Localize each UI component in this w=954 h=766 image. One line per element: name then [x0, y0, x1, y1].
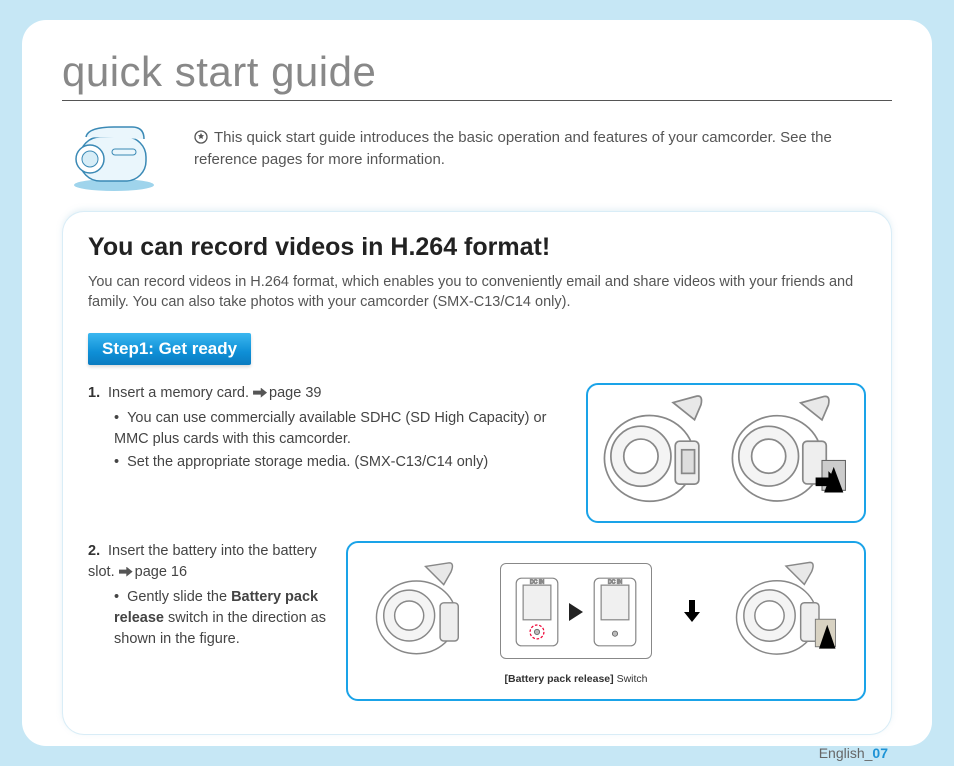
svg-text:DC IN: DC IN [530, 579, 544, 585]
camcorder-illustration [62, 119, 166, 193]
battery-slot-b-icon: DC IN [589, 568, 641, 656]
page-title: quick start guide [62, 48, 892, 101]
step1-pageref: page 39 [269, 385, 321, 401]
step2-pageref: page 16 [135, 564, 187, 580]
page-ref-icon [253, 383, 269, 404]
list-number: 1. [88, 383, 108, 404]
step1-main: Insert a memory card. [108, 385, 253, 401]
content-card: You can record videos in H.264 format! Y… [62, 211, 892, 735]
page-footer: English_07 [62, 745, 892, 761]
list-number: 2. [88, 541, 108, 562]
intro-row: This quick start guide introduces the ba… [62, 119, 892, 193]
camcorder-battery-insert-icon [731, 556, 841, 666]
svg-text:DC IN: DC IN [608, 579, 622, 585]
step2-text: 2.Insert the battery into the battery sl… [88, 541, 328, 652]
step-tab: Step1: Get ready [88, 333, 251, 365]
intro-body: This quick start guide introduces the ba… [194, 129, 832, 168]
camcorder-insert-card-icon [726, 394, 854, 512]
step1-text: 1.Insert a memory card. page 39 You can … [88, 383, 568, 475]
step1-bullet-2: Set the appropriate storage media. (SMX-… [114, 452, 568, 473]
memory-card-diagram [586, 383, 866, 523]
step-item-1: 1.Insert a memory card. page 39 You can … [88, 383, 866, 523]
step2-bullet: Gently slide the Battery pack release sw… [114, 587, 328, 650]
footer-page-number: 07 [872, 745, 888, 761]
down-arrow-icon [682, 598, 702, 624]
section-desc: You can record videos in H.264 format, w… [88, 272, 866, 313]
intro-text: This quick start guide introduces the ba… [194, 119, 892, 171]
camcorder-open-slot-icon [598, 394, 716, 512]
camcorder-side-icon [371, 556, 471, 666]
battery-caption: [Battery pack release] Switch [505, 673, 648, 685]
step1-bullet-1: You can use commercially available SDHC … [114, 408, 568, 450]
page-ref-icon [119, 562, 135, 583]
manual-page: quick start guide This quick start guide… [22, 20, 932, 746]
step-item-2: 2.Insert the battery into the battery sl… [88, 541, 866, 701]
footer-language: English_ [819, 745, 873, 761]
section-heading: You can record videos in H.264 format! [88, 233, 866, 262]
battery-diagram: DC IN DC IN [346, 541, 866, 701]
triangle-right-icon [569, 603, 583, 621]
battery-slot-a-icon: DC IN [511, 568, 563, 656]
battery-release-detail: DC IN DC IN [500, 563, 652, 659]
bullet-star-icon [194, 130, 208, 144]
